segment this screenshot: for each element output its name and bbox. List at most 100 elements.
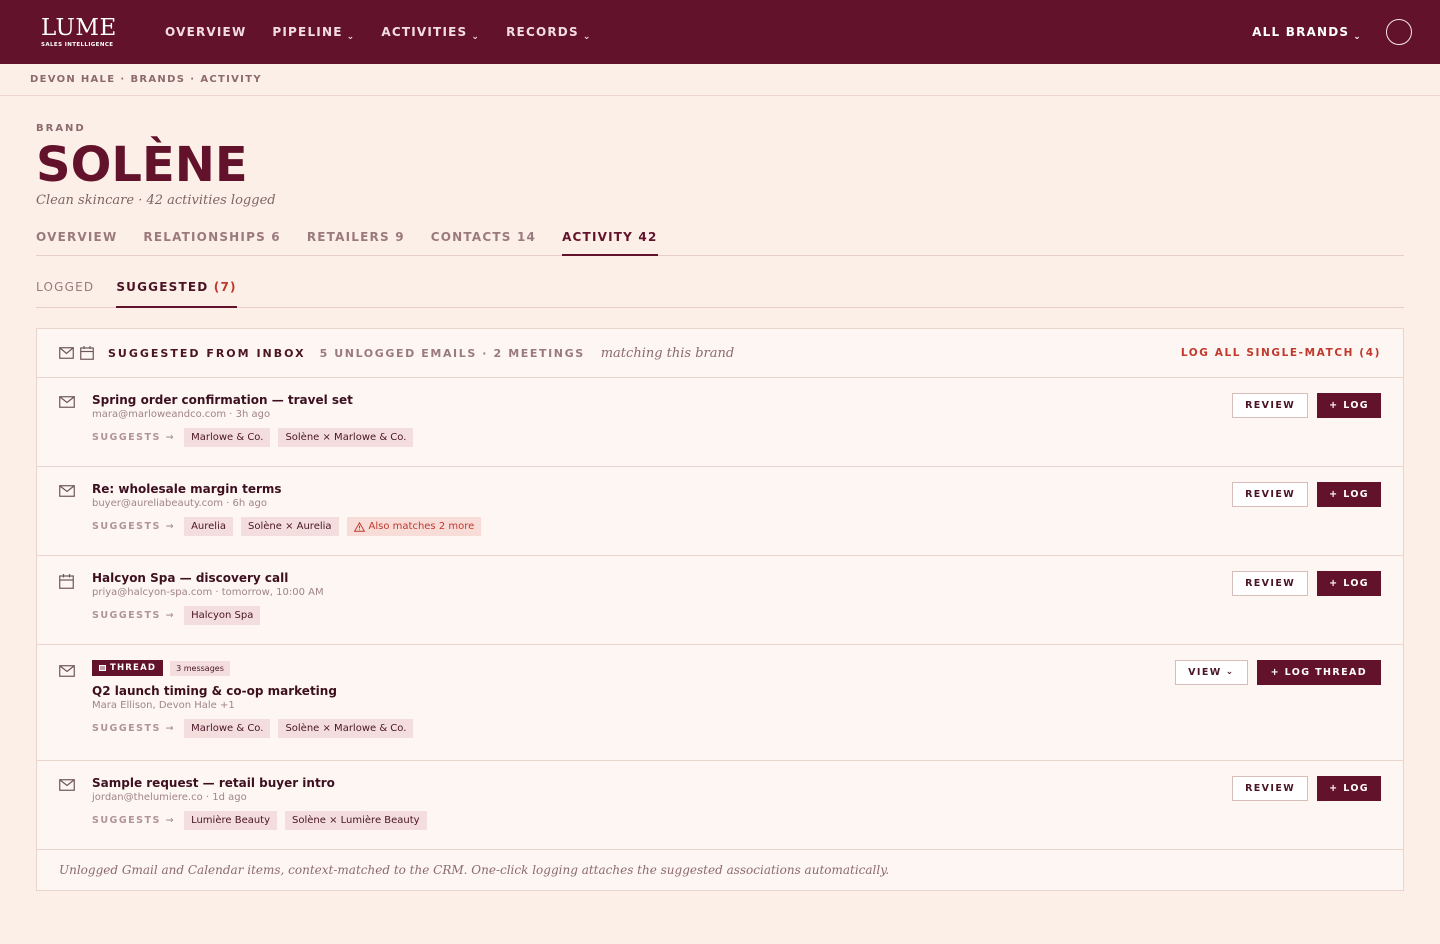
list-item: THREAD 3 messages Q2 launch timing & co-… xyxy=(37,645,1403,761)
subtab-suggested-label: SUGGESTED xyxy=(116,280,209,294)
nav-pipeline[interactable]: PIPELINE ⌄ xyxy=(272,25,355,42)
mail-icon xyxy=(59,485,75,497)
association-chip[interactable]: Solène × Lumière Beauty xyxy=(285,811,427,830)
tab-relationships[interactable]: RELATIONSHIPS 6 xyxy=(143,220,280,255)
logo[interactable]: LUME SALES INTELLIGENCE xyxy=(41,16,165,48)
item-meta: jordan@thelumiere.co · 1d ago xyxy=(92,792,247,803)
breadcrumb: DEVON HALE · BRANDS · ACTIVITY xyxy=(0,64,1440,96)
item-actions: REVIEW + LOG xyxy=(1232,393,1381,418)
item-actions: REVIEW + LOG xyxy=(1232,571,1381,596)
item-actions: VIEW ⌄ + LOG THREAD xyxy=(1175,660,1381,685)
panel-meta: 5 UNLOGGED EMAILS · 2 MEETINGS xyxy=(319,346,585,360)
suggestions: SUGGESTS → Lumière Beauty Solène × Lumiè… xyxy=(92,811,1381,830)
association-chip[interactable]: Marlowe & Co. xyxy=(184,719,271,738)
item-meta: priya@halcyon-spa.com · tomorrow, 10:00 … xyxy=(92,587,324,598)
view-dropdown-button[interactable]: VIEW ⌄ xyxy=(1175,660,1248,685)
suggestions: SUGGESTS → Halcyon Spa xyxy=(92,606,1381,625)
suggested-panel: SUGGESTED FROM INBOX 5 UNLOGGED EMAILS ·… xyxy=(36,328,1404,891)
page-subtitle: Clean skincare · 42 activities logged xyxy=(36,193,276,208)
logo-word: LUME xyxy=(41,15,117,41)
item-title[interactable]: Sample request — retail buyer intro xyxy=(92,776,1381,790)
association-chip[interactable]: Aurelia xyxy=(184,517,233,536)
avatar[interactable] xyxy=(1386,19,1412,45)
calendar-icon xyxy=(80,346,94,360)
association-chip[interactable]: Lumière Beauty xyxy=(184,811,278,830)
subtab-logged[interactable]: LOGGED xyxy=(36,256,94,307)
item-title[interactable]: Re: wholesale margin terms xyxy=(92,482,1381,496)
view-label: VIEW xyxy=(1188,667,1222,678)
log-button[interactable]: + LOG xyxy=(1317,571,1381,596)
message-count-badge: 3 messages xyxy=(170,660,230,676)
item-meta: Mara Ellison, Devon Hale +1 xyxy=(92,700,235,711)
breadcrumb-separator: · xyxy=(120,74,126,85)
tab-overview[interactable]: OVERVIEW xyxy=(36,220,117,255)
log-thread-button[interactable]: + LOG THREAD xyxy=(1256,660,1381,685)
breadcrumb-item[interactable]: BRANDS xyxy=(130,74,185,85)
breadcrumb-item[interactable]: DEVON HALE xyxy=(30,74,115,85)
topbar-right: ALL BRANDS ⌄ xyxy=(1252,0,1412,64)
panel-header: SUGGESTED FROM INBOX 5 UNLOGGED EMAILS ·… xyxy=(37,329,1403,378)
page-content: BRAND SOLÈNE Clean skincare · 42 activit… xyxy=(0,123,1440,891)
thread-badge-label: THREAD xyxy=(110,663,157,673)
tab-contacts[interactable]: CONTACTS 14 xyxy=(431,220,536,255)
review-button[interactable]: REVIEW xyxy=(1232,482,1309,507)
logo-tagline: SALES INTELLIGENCE xyxy=(41,42,114,48)
item-title[interactable]: Spring order confirmation — travel set xyxy=(92,393,1381,407)
nav-records-label: RECORDS xyxy=(506,25,579,39)
log-button[interactable]: + LOG xyxy=(1317,393,1381,418)
tab-retailers[interactable]: RETAILERS 9 xyxy=(307,220,405,255)
top-nav-bar: LUME SALES INTELLIGENCE OVERVIEW PIPELIN… xyxy=(0,0,1440,64)
list-item: Spring order confirmation — travel set m… xyxy=(37,378,1403,467)
nav-records[interactable]: RECORDS ⌄ xyxy=(506,25,592,42)
subtab-suggested[interactable]: SUGGESTED (7) xyxy=(116,256,238,308)
item-actions: REVIEW + LOG xyxy=(1232,776,1381,801)
review-button[interactable]: REVIEW xyxy=(1232,776,1309,801)
all-brands-label: ALL BRANDS xyxy=(1252,25,1350,39)
log-button[interactable]: + LOG xyxy=(1317,776,1381,801)
log-all-single-match-button[interactable]: LOG ALL SINGLE-MATCH (4) xyxy=(1181,347,1381,359)
chevron-down-icon: ⌄ xyxy=(582,32,592,42)
suggests-label: SUGGESTS → xyxy=(92,521,176,532)
breadcrumb-item: ACTIVITY xyxy=(200,74,262,85)
panel-caption: matching this brand xyxy=(600,345,735,361)
page-eyebrow: BRAND xyxy=(36,123,86,134)
item-title[interactable]: Q2 launch timing & co-op marketing xyxy=(92,684,1381,698)
brand-tabs: OVERVIEW RELATIONSHIPS 6 RETAILERS 9 CON… xyxy=(36,220,1404,256)
warning-label: Also matches 2 more xyxy=(368,521,475,532)
association-chip[interactable]: Halcyon Spa xyxy=(184,606,261,625)
association-chip[interactable]: Marlowe & Co. xyxy=(184,428,271,447)
nav-activities[interactable]: ACTIVITIES ⌄ xyxy=(381,25,481,42)
item-meta: mara@marloweandco.com · 3h ago xyxy=(92,409,271,420)
thread-badge: THREAD xyxy=(92,660,164,676)
review-button[interactable]: REVIEW xyxy=(1232,571,1309,596)
review-button[interactable]: REVIEW xyxy=(1232,393,1309,418)
mail-icon xyxy=(59,396,75,408)
nav-overview-label: OVERVIEW xyxy=(165,25,247,39)
nav-overview[interactable]: OVERVIEW xyxy=(165,25,246,39)
thread-icon xyxy=(99,665,106,671)
association-chip[interactable]: Solène × Aurelia xyxy=(241,517,339,536)
mail-icon xyxy=(59,779,75,791)
page-title: SOLÈNE xyxy=(36,137,248,193)
panel-title: SUGGESTED FROM INBOX xyxy=(108,346,306,360)
log-button[interactable]: + LOG xyxy=(1317,482,1381,507)
association-chip[interactable]: Solène × Marlowe & Co. xyxy=(278,428,414,447)
suggests-label: SUGGESTS → xyxy=(92,432,176,443)
multi-match-warning[interactable]: Also matches 2 more xyxy=(346,517,482,536)
activity-subtabs: LOGGED SUGGESTED (7) xyxy=(36,256,1404,308)
panel-footnote: Unlogged Gmail and Calendar items, conte… xyxy=(59,863,890,877)
chevron-down-icon: ⌄ xyxy=(471,32,481,42)
suggestions: SUGGESTS → Aurelia Solène × Aurelia Also… xyxy=(92,517,1381,536)
suggests-label: SUGGESTS → xyxy=(92,723,176,734)
association-chip[interactable]: Solène × Marlowe & Co. xyxy=(278,719,414,738)
panel-header-icons xyxy=(59,346,94,360)
item-title[interactable]: Halcyon Spa — discovery call xyxy=(92,571,1381,585)
all-brands-dropdown[interactable]: ALL BRANDS ⌄ xyxy=(1252,25,1362,42)
mail-icon xyxy=(59,665,75,677)
tab-activity[interactable]: ACTIVITY 42 xyxy=(562,220,658,256)
suggests-label: SUGGESTS → xyxy=(92,610,176,621)
main-nav: OVERVIEW PIPELINE ⌄ ACTIVITIES ⌄ RECORDS ⌄ xyxy=(165,25,618,42)
suggestions: SUGGESTS → Marlowe & Co. Solène × Marlow… xyxy=(92,719,1381,738)
nav-pipeline-label: PIPELINE xyxy=(272,25,343,39)
calendar-icon xyxy=(59,574,74,589)
